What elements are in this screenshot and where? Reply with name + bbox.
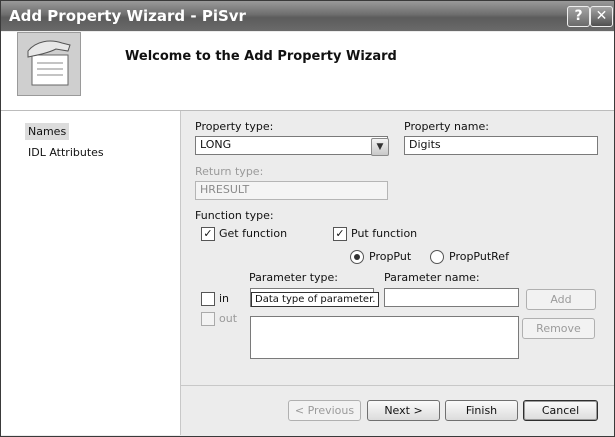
finish-button[interactable]: Finish	[445, 400, 518, 421]
parameter-name-label: Parameter name:	[384, 271, 480, 284]
cancel-button[interactable]: Cancel	[523, 400, 598, 421]
window-title: Add Property Wizard - PiSvr	[9, 7, 246, 25]
get-function-checkbox[interactable]: ✓	[201, 227, 215, 241]
close-button[interactable]: ✕	[590, 6, 613, 27]
in-checkbox[interactable]	[201, 292, 215, 306]
parameter-name-input[interactable]	[384, 288, 519, 307]
wizard-hand-document-icon	[17, 32, 81, 96]
parameter-type-tooltip: Data type of parameter.	[251, 292, 380, 307]
parameter-list[interactable]	[250, 316, 519, 359]
return-type-label: Return type:	[195, 165, 264, 178]
nav-item-idl-attributes[interactable]: IDL Attributes	[25, 144, 107, 161]
get-function-label: Get function	[219, 227, 288, 240]
put-function-checkbox[interactable]: ✓	[333, 227, 347, 241]
welcome-heading: Welcome to the Add Property Wizard	[125, 49, 397, 64]
propput-radio[interactable]	[350, 250, 364, 264]
nav-panel: Names IDL Attributes	[1, 111, 181, 435]
wizard-window: Add Property Wizard - PiSvr ? ✕ Welcome …	[0, 0, 615, 437]
remove-button: Remove	[522, 318, 595, 339]
propputref-label: PropPutRef	[449, 250, 509, 263]
parameter-type-label: Parameter type:	[249, 271, 339, 284]
put-function-label: Put function	[351, 227, 418, 240]
property-name-input[interactable]: Digits	[404, 136, 598, 155]
propputref-radio[interactable]	[430, 250, 444, 264]
help-button[interactable]: ?	[567, 6, 590, 27]
title-bar[interactable]: Add Property Wizard - PiSvr ? ✕	[1, 1, 614, 31]
property-type-select[interactable]: LONG	[195, 136, 388, 155]
property-name-label: Property name:	[404, 120, 489, 133]
out-label: out	[219, 312, 238, 325]
property-type-label: Property type:	[195, 120, 274, 133]
chevron-down-icon[interactable]: ▼	[371, 138, 389, 156]
next-button[interactable]: Next >	[367, 400, 440, 421]
nav-item-names[interactable]: Names	[25, 123, 70, 140]
add-button: Add	[526, 289, 596, 310]
previous-button: < Previous	[288, 400, 361, 421]
function-type-label: Function type:	[195, 209, 274, 222]
propput-label: PropPut	[369, 250, 412, 263]
out-checkbox	[201, 312, 215, 326]
in-label: in	[219, 292, 230, 305]
footer-divider	[181, 385, 614, 386]
return-type-field: HRESULT	[195, 181, 388, 200]
wizard-header: Welcome to the Add Property Wizard	[1, 32, 614, 111]
